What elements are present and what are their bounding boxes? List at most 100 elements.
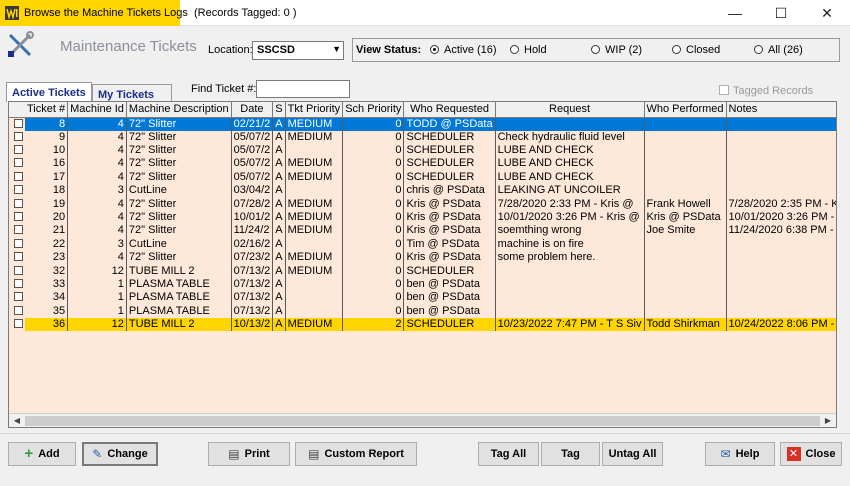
- row-tag-cell[interactable]: [9, 184, 25, 197]
- checkbox-icon[interactable]: [14, 225, 23, 235]
- close-button[interactable]: ✕ Close: [780, 442, 842, 466]
- checkbox-icon[interactable]: [14, 171, 23, 181]
- col-header-ticket[interactable]: Ticket #: [25, 102, 69, 118]
- custom-report-button[interactable]: ▤ Custom Report: [295, 442, 417, 466]
- checkbox-icon[interactable]: [14, 212, 23, 222]
- col-header-sch-priority[interactable]: Sch Priority: [342, 102, 405, 118]
- col-header-machine-desc[interactable]: Machine Description: [126, 102, 232, 118]
- table-row[interactable]: 8 4 72" Slitter 02/21/2 A MEDIUM 0 TODD @ PSDat…: [9, 117, 836, 131]
- table-row[interactable]: 18 3 CutLine 03/04/2 A 0 chris @ PSData LEAKING…: [9, 184, 836, 198]
- minimize-button[interactable]: —: [712, 0, 758, 26]
- col-header-notes[interactable]: Notes: [726, 102, 836, 118]
- row-tag-cell[interactable]: [9, 238, 25, 251]
- window-close-button[interactable]: ✕: [804, 0, 850, 26]
- table-cell: SCHEDULER: [403, 264, 496, 278]
- checkbox-icon[interactable]: [14, 319, 23, 329]
- col-header-date[interactable]: Date: [231, 102, 274, 118]
- maximize-button[interactable]: ☐: [758, 0, 804, 26]
- tag-button[interactable]: Tag: [541, 442, 600, 466]
- table-cell: [726, 264, 836, 278]
- table-row[interactable]: 34 1 PLASMA TABLE 07/13/2 A 0 ben @ PSData: [9, 291, 836, 305]
- table-cell: MEDIUM: [285, 130, 344, 144]
- scrollbar-thumb[interactable]: [25, 416, 820, 426]
- table-row[interactable]: 32 12 TUBE MILL 2 07/13/2 A MEDIUM 0 SCHEDULER: [9, 264, 836, 278]
- checkbox-icon[interactable]: [14, 145, 23, 155]
- table-cell: A: [272, 317, 286, 332]
- checkbox-icon[interactable]: [14, 292, 23, 302]
- table-row[interactable]: 22 3 CutLine 02/16/2 A 0 Tim @ PSData machine i…: [9, 237, 836, 252]
- table-cell: [726, 251, 836, 265]
- table-cell: [285, 143, 344, 158]
- row-tag-cell[interactable]: [9, 117, 25, 131]
- checkbox-icon[interactable]: [14, 185, 23, 195]
- row-tag-cell[interactable]: [9, 317, 25, 332]
- table-cell: 0: [342, 277, 405, 292]
- table-row[interactable]: 19 4 72" Slitter 07/28/2 A MEDIUM 0 Kris @ PSDa…: [9, 197, 836, 211]
- checkbox-icon[interactable]: [14, 158, 23, 168]
- col-header-request[interactable]: Request: [495, 102, 645, 118]
- change-button[interactable]: ✎ Change: [82, 442, 158, 466]
- find-ticket-input[interactable]: [256, 80, 350, 98]
- status-radio-active[interactable]: Active (16): [430, 44, 497, 56]
- row-tag-cell[interactable]: [9, 197, 25, 210]
- table-row[interactable]: 17 4 72" Slitter 05/07/2 A MEDIUM 0 SCHEDULER LU…: [9, 170, 836, 185]
- scroll-left-icon[interactable]: ◀: [10, 415, 24, 427]
- tab-active-tickets[interactable]: Active Tickets: [6, 82, 92, 102]
- checkbox-icon[interactable]: [14, 118, 23, 128]
- table-cell: [495, 291, 645, 305]
- col-header-tag: [9, 102, 25, 118]
- table-cell: A: [272, 304, 286, 318]
- horizontal-scrollbar[interactable]: ◀ ▶: [9, 413, 836, 427]
- checkbox-icon[interactable]: [14, 265, 23, 275]
- table-row[interactable]: 16 4 72" Slitter 05/07/2 A MEDIUM 0 SCHEDULER LU…: [9, 157, 836, 171]
- table-row[interactable]: 20 4 72" Slitter 10/01/2 A MEDIUM 0 Kris @ PSDa…: [9, 210, 836, 225]
- status-radio-hold[interactable]: Hold: [510, 44, 547, 56]
- table-row[interactable]: 36 12 TUBE MILL 2 10/13/2 A MEDIUM 2 SCHEDULER 1…: [9, 317, 836, 332]
- checkbox-icon[interactable]: [14, 198, 23, 208]
- row-tag-cell[interactable]: [9, 131, 25, 144]
- location-select[interactable]: SSCSD ▼: [252, 41, 344, 60]
- checkbox-icon[interactable]: [14, 252, 23, 262]
- row-tag-cell[interactable]: [9, 251, 25, 264]
- row-tag-cell[interactable]: [9, 278, 25, 291]
- checkbox-icon[interactable]: [14, 238, 23, 248]
- table-row[interactable]: 21 4 72" Slitter 11/24/2 A MEDIUM 0 Kris @ PSDa…: [9, 224, 836, 238]
- scroll-right-icon[interactable]: ▶: [821, 415, 835, 427]
- col-header-machine-id[interactable]: Machine Id: [67, 102, 127, 118]
- row-tag-cell[interactable]: [9, 157, 25, 170]
- tickets-grid[interactable]: Ticket # Machine Id Machine Description …: [8, 101, 837, 428]
- tagged-records-checkbox[interactable]: Tagged Records: [719, 85, 813, 97]
- row-tag-cell[interactable]: [9, 211, 25, 224]
- table-cell: [726, 170, 836, 185]
- grid-header-row: Ticket # Machine Id Machine Description …: [9, 102, 836, 118]
- tag-all-button[interactable]: Tag All: [478, 442, 539, 466]
- col-header-who-requested[interactable]: Who Requested: [403, 102, 496, 118]
- status-radio-wip[interactable]: WIP (2): [591, 44, 642, 56]
- print-button[interactable]: ▤ Print: [208, 442, 290, 466]
- checkbox-icon[interactable]: [14, 278, 23, 288]
- row-tag-cell[interactable]: [9, 224, 25, 237]
- row-tag-cell[interactable]: [9, 171, 25, 184]
- table-row[interactable]: 33 1 PLASMA TABLE 07/13/2 A 0 ben @ PSData: [9, 277, 836, 292]
- table-row[interactable]: 9 4 72" Slitter 05/07/2 A MEDIUM 0 SCHEDULER Che…: [9, 130, 836, 144]
- table-cell: 0: [342, 304, 405, 318]
- checkbox-icon[interactable]: [14, 131, 23, 141]
- status-radio-closed[interactable]: Closed: [672, 44, 720, 56]
- col-header-tkt-priority[interactable]: Tkt Priority: [285, 102, 344, 118]
- row-tag-cell[interactable]: [9, 291, 25, 304]
- table-row[interactable]: 35 1 PLASMA TABLE 07/13/2 A 0 ben @ PSData: [9, 304, 836, 318]
- row-tag-cell[interactable]: [9, 144, 25, 157]
- status-radio-all[interactable]: All (26): [754, 44, 803, 56]
- help-button[interactable]: ✉ Help: [705, 442, 775, 466]
- table-row[interactable]: 23 4 72" Slitter 07/23/2 A MEDIUM 0 Kris @ PSDa…: [9, 251, 836, 265]
- row-tag-cell[interactable]: [9, 305, 25, 318]
- table-cell: MEDIUM: [285, 251, 344, 265]
- checkbox-icon[interactable]: [14, 305, 23, 315]
- row-tag-cell[interactable]: [9, 264, 25, 277]
- table-row[interactable]: 10 4 72" Slitter 05/07/2 A 0 SCHEDULER LUBE AND…: [9, 143, 836, 158]
- tab-my-tickets[interactable]: My Tickets: [92, 84, 172, 102]
- add-button[interactable]: + Add: [8, 442, 76, 466]
- untag-all-button[interactable]: Untag All: [602, 442, 663, 466]
- col-header-who-performed[interactable]: Who Performed: [644, 102, 727, 118]
- col-header-status[interactable]: S: [272, 102, 286, 118]
